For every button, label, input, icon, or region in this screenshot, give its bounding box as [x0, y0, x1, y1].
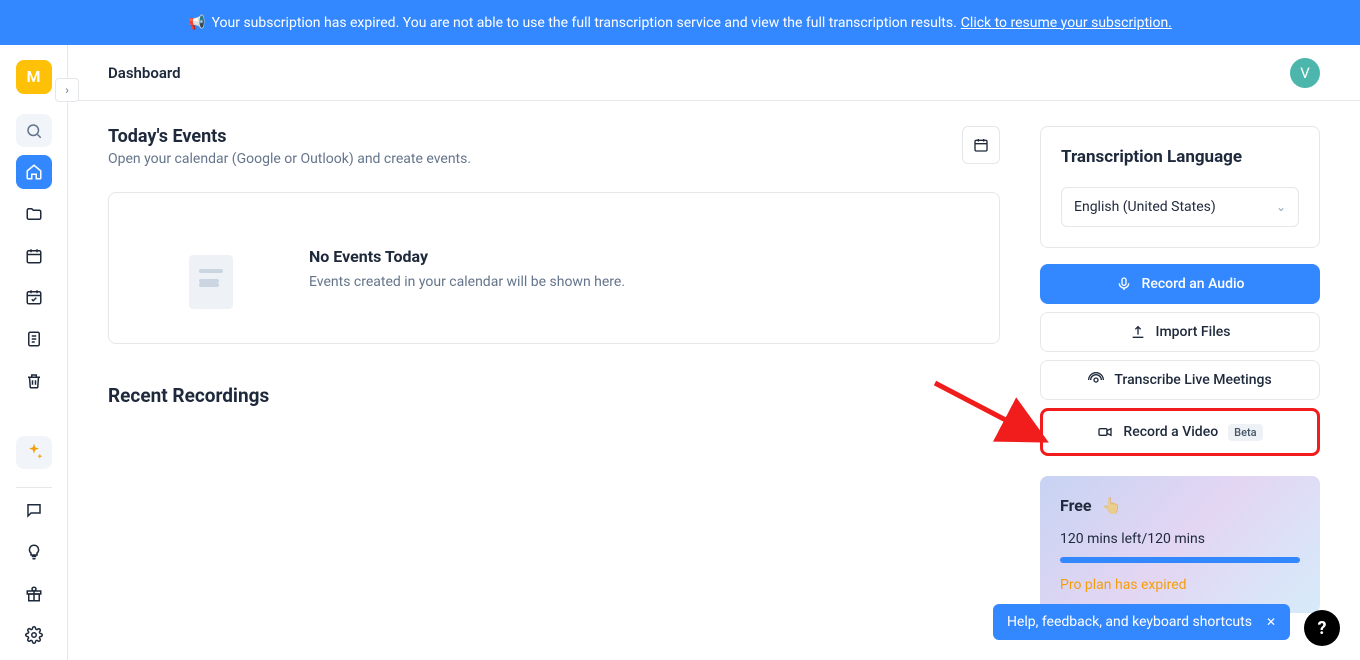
- no-events-title: No Events Today: [309, 247, 625, 266]
- calendar-check-icon: [25, 288, 43, 306]
- sidebar-divider: [16, 487, 52, 488]
- chat-icon: [25, 501, 43, 519]
- plan-expired-text: Pro plan has expired: [1060, 577, 1300, 593]
- recent-recordings-title: Recent Recordings: [108, 384, 1000, 407]
- sidebar-item-ai[interactable]: [16, 436, 52, 470]
- sidebar-item-gift[interactable]: [16, 577, 52, 611]
- no-events-card: No Events Today Events created in your c…: [108, 192, 1000, 344]
- transcription-language-panel: Transcription Language English (United S…: [1040, 126, 1320, 248]
- empty-events-illustration: [159, 223, 259, 313]
- sidebar-item-hint[interactable]: [16, 535, 52, 569]
- sidebar-item-settings[interactable]: [16, 618, 52, 652]
- record-video-label: Record a Video: [1123, 424, 1218, 440]
- upload-icon: [1130, 324, 1146, 340]
- video-icon: [1097, 424, 1113, 440]
- sidebar-item-home[interactable]: [16, 155, 52, 189]
- free-plan-title: Free: [1060, 496, 1092, 515]
- live-icon: [1088, 372, 1104, 388]
- trash-icon: [25, 372, 43, 390]
- calendar-icon: [973, 137, 989, 153]
- sidebar-item-chat[interactable]: [16, 493, 52, 527]
- home-icon: [25, 163, 43, 181]
- transcribe-live-button[interactable]: Transcribe Live Meetings: [1040, 360, 1320, 400]
- language-select[interactable]: English (United States) ⌄: [1061, 187, 1299, 227]
- record-audio-label: Record an Audio: [1142, 276, 1245, 292]
- free-plan-card: Free 👆 120 mins left/120 mins Pro plan h…: [1040, 476, 1320, 613]
- help-toast-text: Help, feedback, and keyboard shortcuts: [1007, 614, 1252, 630]
- help-toast-close[interactable]: ✕: [1266, 615, 1276, 629]
- help-fab-button[interactable]: ?: [1304, 610, 1340, 646]
- topbar: Dashboard V: [68, 45, 1360, 101]
- language-selected-value: English (United States): [1074, 199, 1216, 215]
- help-toast[interactable]: Help, feedback, and keyboard shortcuts ✕: [993, 604, 1290, 640]
- sidebar: M ›: [0, 45, 68, 660]
- subscription-banner: 📢 Your subscription has expired. You are…: [0, 0, 1360, 45]
- lightbulb-icon: [25, 543, 43, 561]
- todays-events-title: Today's Events: [108, 126, 471, 147]
- calendar-icon: [25, 247, 43, 265]
- todays-events-subtitle: Open your calendar (Google or Outlook) a…: [108, 151, 471, 167]
- user-avatar[interactable]: V: [1290, 58, 1320, 88]
- sidebar-item-folder[interactable]: [16, 197, 52, 231]
- record-video-button[interactable]: Record a Video Beta: [1040, 408, 1320, 456]
- resume-subscription-link[interactable]: Click to resume your subscription.: [961, 15, 1172, 31]
- page-title: Dashboard: [108, 64, 181, 82]
- gift-icon: [25, 585, 43, 603]
- sparkle-icon: [24, 442, 44, 462]
- chevron-right-icon: ›: [65, 83, 69, 97]
- open-calendar-button[interactable]: [962, 126, 1000, 164]
- chevron-down-icon: ⌄: [1276, 200, 1286, 214]
- banner-message: Your subscription has expired. You are n…: [212, 15, 957, 31]
- sidebar-item-schedule[interactable]: [16, 281, 52, 315]
- minutes-left-text: 120 mins left/120 mins: [1060, 531, 1300, 547]
- notes-icon: [25, 330, 43, 348]
- sidebar-item-search[interactable]: [16, 114, 52, 148]
- folder-icon: [25, 205, 43, 223]
- import-files-button[interactable]: Import Files: [1040, 312, 1320, 352]
- sidebar-item-calendar[interactable]: [16, 239, 52, 273]
- pointer-icon: 👆: [1102, 496, 1122, 515]
- no-events-subtitle: Events created in your calendar will be …: [309, 274, 625, 290]
- beta-badge: Beta: [1228, 424, 1262, 441]
- gear-icon: [25, 626, 43, 644]
- import-files-label: Import Files: [1156, 324, 1231, 340]
- search-icon: [25, 122, 43, 140]
- record-audio-button[interactable]: Record an Audio: [1040, 264, 1320, 304]
- app-logo[interactable]: M: [16, 60, 52, 94]
- sidebar-item-trash[interactable]: [16, 364, 52, 398]
- sidebar-toggle-button[interactable]: ›: [55, 78, 79, 102]
- megaphone-icon: 📢: [188, 15, 205, 31]
- minutes-progress-bar: [1060, 557, 1300, 563]
- microphone-icon: [1116, 276, 1132, 292]
- sidebar-item-notes[interactable]: [16, 322, 52, 356]
- transcription-language-title: Transcription Language: [1061, 147, 1299, 167]
- transcribe-live-label: Transcribe Live Meetings: [1114, 372, 1271, 388]
